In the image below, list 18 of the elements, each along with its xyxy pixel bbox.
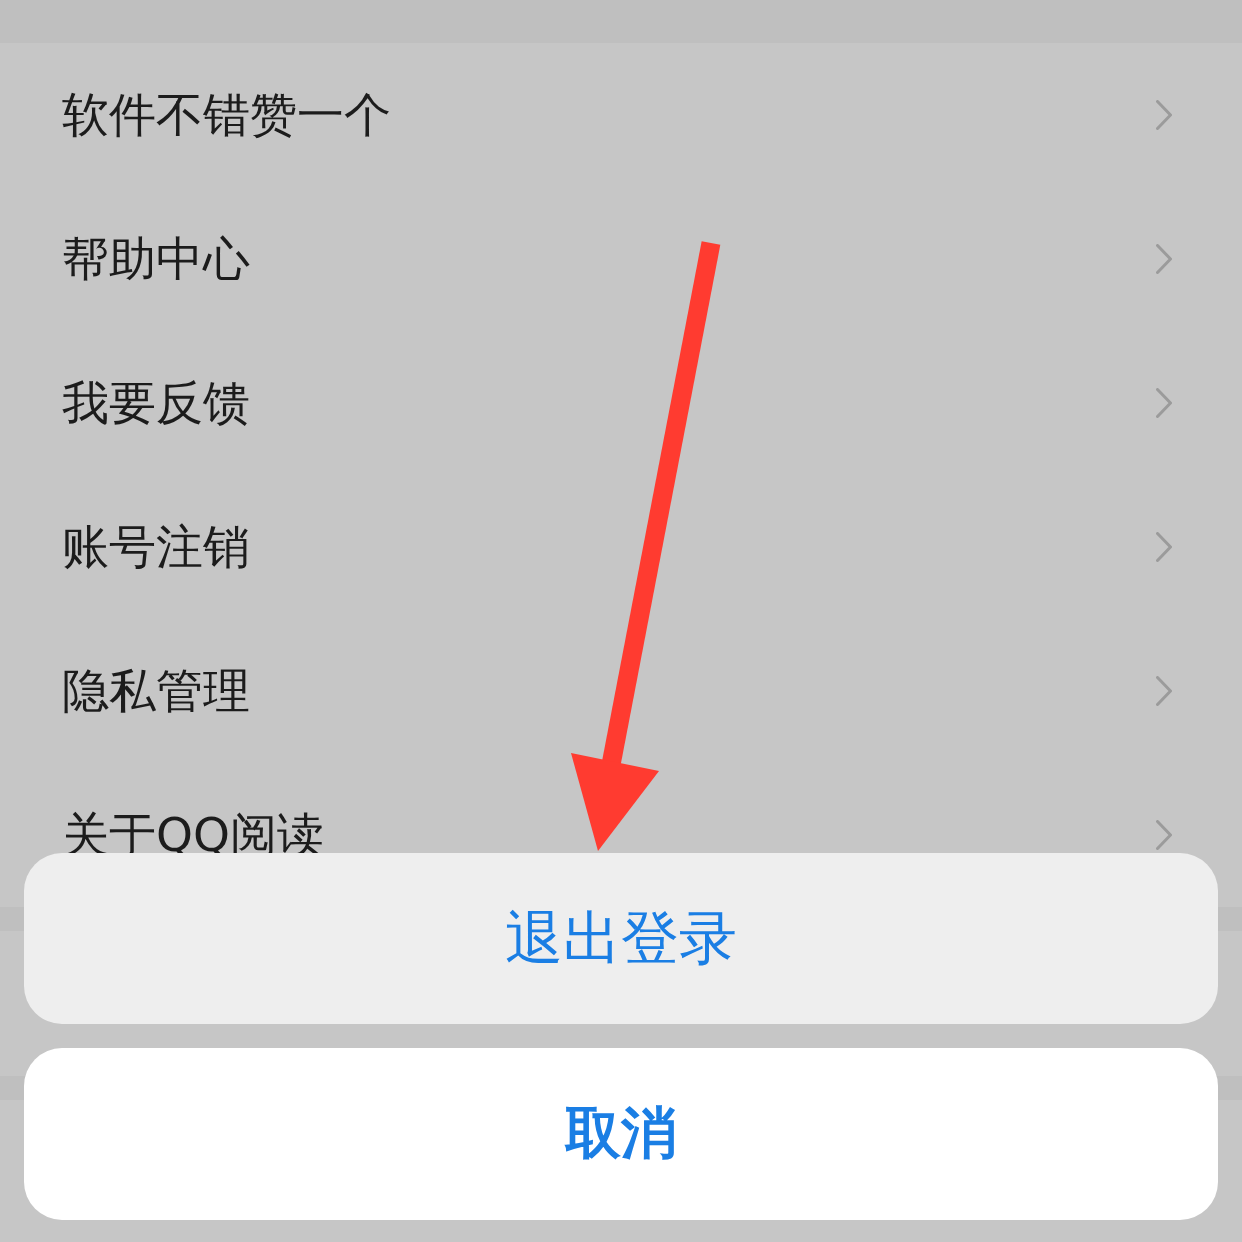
settings-row[interactable]: 我要反馈: [0, 331, 1242, 475]
chevron-right-icon: [1156, 676, 1172, 706]
settings-row[interactable]: 隐私管理: [0, 619, 1242, 763]
row-label: 我要反馈: [62, 379, 250, 427]
settings-row[interactable]: 软件不错赞一个: [0, 43, 1242, 187]
settings-row[interactable]: 账号注销: [0, 475, 1242, 619]
settings-row[interactable]: 帮助中心: [0, 187, 1242, 331]
row-label: 软件不错赞一个: [62, 91, 391, 139]
row-label: 账号注销: [62, 523, 250, 571]
logout-button[interactable]: 退出登录: [24, 853, 1218, 1024]
chevron-right-icon: [1156, 100, 1172, 130]
chevron-right-icon: [1156, 532, 1172, 562]
row-label: 帮助中心: [62, 235, 250, 283]
chevron-right-icon: [1156, 388, 1172, 418]
row-label: 隐私管理: [62, 667, 250, 715]
cancel-button[interactable]: 取消: [24, 1048, 1218, 1220]
chevron-right-icon: [1156, 820, 1172, 850]
chevron-right-icon: [1156, 244, 1172, 274]
